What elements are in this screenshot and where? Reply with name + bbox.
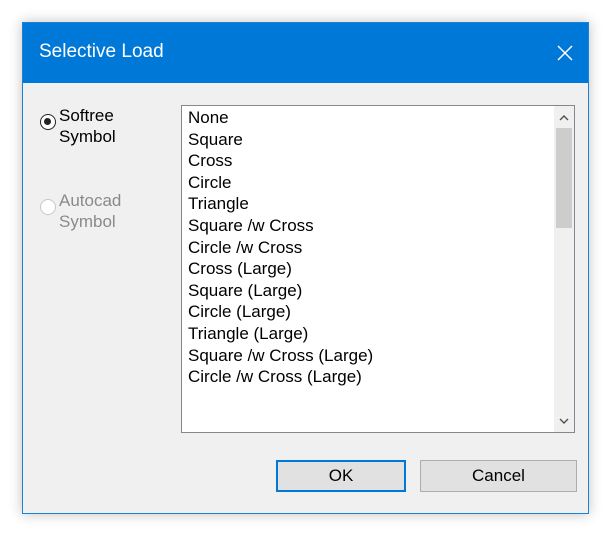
radio-autocad-symbol[interactable]: Autocad Symbol <box>40 190 139 232</box>
radio-label-softree-symbol: Softree Symbol <box>59 106 116 146</box>
chevron-up-icon <box>559 114 569 120</box>
list-item[interactable]: Circle <box>182 172 554 194</box>
chevron-down-icon <box>559 418 569 424</box>
list-item[interactable]: Circle /w Cross (Large) <box>182 366 554 388</box>
cancel-button[interactable]: Cancel <box>420 460 577 492</box>
title-bar[interactable]: Selective Load <box>23 23 588 83</box>
list-item[interactable]: Circle /w Cross <box>182 237 554 259</box>
radio-button-selected[interactable] <box>40 114 56 130</box>
list-item[interactable]: Square /w Cross (Large) <box>182 345 554 367</box>
radio-button-unselected[interactable] <box>40 199 56 215</box>
scroll-up-button[interactable] <box>554 106 574 128</box>
vertical-scrollbar[interactable] <box>554 106 574 432</box>
selective-load-dialog: Selective Load Softree Symbol Autocad Sy… <box>22 22 589 514</box>
symbol-list-items: None Square Cross Circle Triangle Square… <box>182 106 554 432</box>
scroll-thumb[interactable] <box>556 128 572 228</box>
ok-button[interactable]: OK <box>276 460 406 492</box>
list-item[interactable]: Triangle (Large) <box>182 323 554 345</box>
scroll-down-button[interactable] <box>554 410 574 432</box>
dialog-body: Softree Symbol Autocad Symbol None Squar… <box>23 83 588 513</box>
close-button[interactable] <box>542 23 588 83</box>
radio-label-autocad-symbol: Autocad Symbol <box>59 191 122 231</box>
radio-softree-symbol[interactable]: Softree Symbol <box>40 105 139 147</box>
list-item[interactable]: Cross <box>182 150 554 172</box>
list-item[interactable]: Circle (Large) <box>182 301 554 323</box>
close-icon <box>557 45 573 61</box>
symbol-listbox[interactable]: None Square Cross Circle Triangle Square… <box>181 105 575 433</box>
dialog-title: Selective Load <box>39 41 164 62</box>
list-item[interactable]: Square /w Cross <box>182 215 554 237</box>
list-item[interactable]: None <box>182 107 554 129</box>
list-item[interactable]: Cross (Large) <box>182 258 554 280</box>
list-item[interactable]: Square <box>182 129 554 151</box>
list-item[interactable]: Triangle <box>182 193 554 215</box>
list-item[interactable]: Square (Large) <box>182 280 554 302</box>
